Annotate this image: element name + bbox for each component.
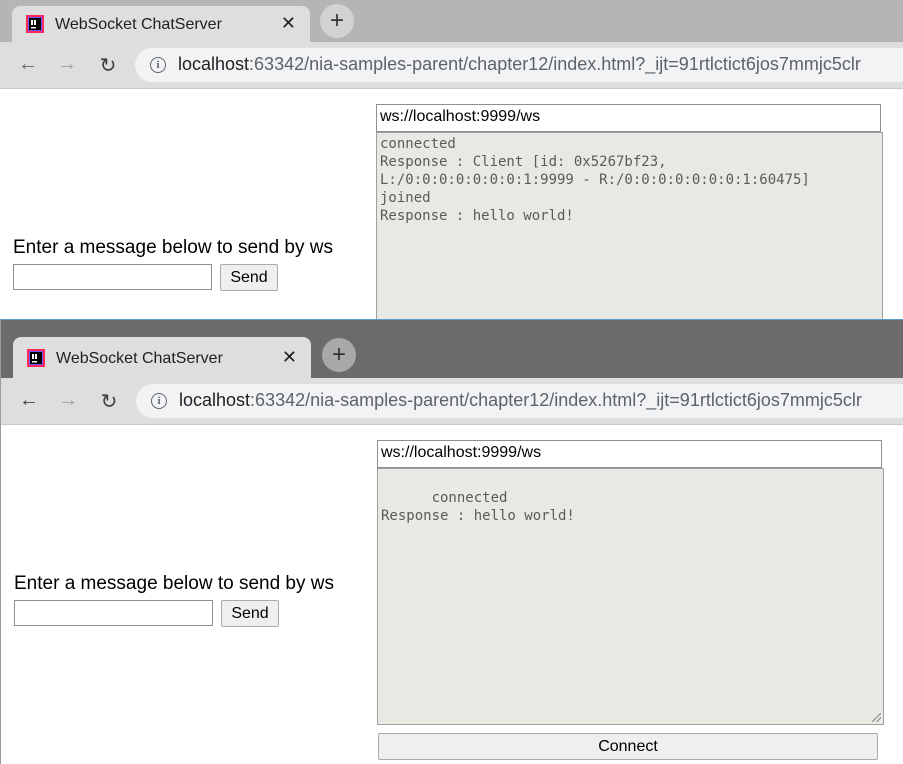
resize-grip-icon[interactable] [872, 713, 881, 722]
url-path: :63342/nia-samples-parent/chapter12/inde… [250, 390, 862, 410]
url-host: localhost [178, 54, 250, 74]
forward-icon[interactable]: → [56, 389, 80, 412]
page-content: Enter a message below to send by ws Send… [0, 89, 903, 320]
response-log[interactable]: connected Response : Client [id: 0x5267b… [376, 132, 883, 320]
info-icon[interactable]: i [150, 57, 166, 73]
address-bar[interactable]: i localhost:63342/nia-samples-parent/cha… [136, 384, 903, 418]
browser-toolbar: ← → ↻ i localhost:63342/nia-samples-pare… [1, 378, 903, 425]
message-input[interactable] [14, 600, 213, 626]
message-prompt-label: Enter a message below to send by ws [13, 237, 334, 258]
message-prompt-label: Enter a message below to send by ws [14, 573, 335, 594]
back-icon[interactable]: ← [17, 389, 41, 412]
send-button[interactable]: Send [221, 600, 279, 627]
response-log-text: connected Response : hello world! [381, 490, 575, 524]
websocket-url-input[interactable]: ws://localhost:9999/ws [376, 104, 881, 132]
browser-window-2: WebSocket ChatServer ✕ + ← → ↻ i localho… [0, 319, 903, 764]
tab-title: WebSocket ChatServer [55, 16, 222, 33]
new-tab-icon[interactable]: + [322, 338, 356, 372]
close-icon[interactable]: ✕ [282, 348, 297, 366]
reload-icon[interactable]: ↻ [96, 53, 120, 78]
browser-window-1: WebSocket ChatServer ✕ + ← → ↻ i localho… [0, 0, 903, 320]
back-icon[interactable]: ← [16, 53, 40, 76]
url-path: :63342/nia-samples-parent/chapter12/inde… [249, 54, 861, 74]
reload-icon[interactable]: ↻ [97, 389, 121, 414]
response-log[interactable]: connected Response : hello world! [377, 468, 884, 725]
websocket-url-input[interactable]: ws://localhost:9999/ws [377, 440, 882, 468]
tab-strip: WebSocket ChatServer ✕ + [1, 320, 903, 378]
address-bar[interactable]: i localhost:63342/nia-samples-parent/cha… [135, 48, 903, 82]
url-host: localhost [179, 390, 251, 410]
tab-websocket-chatserver[interactable]: WebSocket ChatServer ✕ [12, 6, 310, 42]
info-icon[interactable]: i [151, 393, 167, 409]
new-tab-icon[interactable]: + [320, 4, 354, 38]
tab-title: WebSocket ChatServer [56, 350, 223, 367]
browser-toolbar: ← → ↻ i localhost:63342/nia-samples-pare… [0, 42, 903, 89]
intellij-logo-icon [26, 15, 44, 33]
page-content: Enter a message below to send by ws Send… [1, 425, 903, 764]
intellij-logo-icon [27, 349, 45, 367]
connect-button[interactable]: Connect [378, 733, 878, 760]
tab-strip: WebSocket ChatServer ✕ + [0, 0, 903, 42]
send-button[interactable]: Send [220, 264, 278, 291]
tab-websocket-chatserver[interactable]: WebSocket ChatServer ✕ [13, 337, 311, 378]
url-text: localhost:63342/nia-samples-parent/chapt… [178, 54, 861, 75]
forward-icon[interactable]: → [55, 53, 79, 76]
close-icon[interactable]: ✕ [281, 14, 296, 32]
url-text: localhost:63342/nia-samples-parent/chapt… [179, 390, 862, 411]
message-input[interactable] [13, 264, 212, 290]
